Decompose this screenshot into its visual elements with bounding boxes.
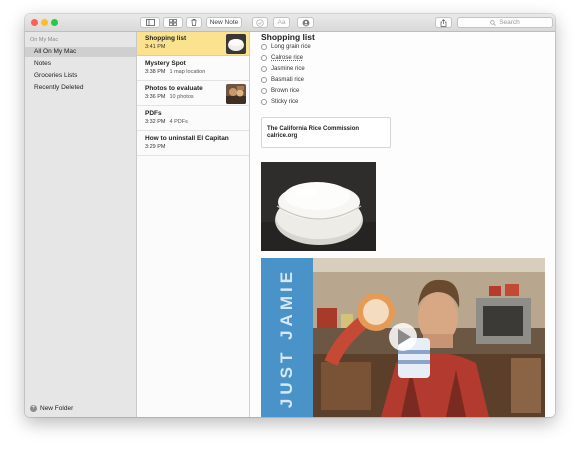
photo-thumbnail	[226, 84, 246, 104]
note-item-pdfs[interactable]: PDFs 3:32 PM 4 PDFs	[137, 107, 249, 131]
note-item-mystery-spot[interactable]: Mystery Spot 3:38 PM 1 map location	[137, 57, 249, 81]
note-detail: 4 PDFs	[169, 119, 188, 125]
search-placeholder: Search	[499, 19, 520, 26]
sidebar-item-all-on-my-mac[interactable]: All On My Mac	[25, 47, 136, 57]
checklist-item[interactable]: Brown rice	[261, 88, 299, 94]
note-detail: 1 map location	[169, 69, 206, 75]
add-people-button[interactable]	[297, 17, 314, 28]
note-item-how-to-uninstall-el-capitan[interactable]: How to uninstall El Capitan 3:29 PM	[137, 132, 249, 156]
checklist-item-text: Long grain rice	[271, 44, 311, 50]
checklist-item-text: Basmati rice	[271, 77, 305, 83]
checklist-item[interactable]: Sticky rice	[261, 99, 298, 105]
new-folder-label: New Folder	[40, 405, 74, 412]
note-title: PDFs	[145, 110, 162, 117]
share-button[interactable]	[435, 17, 452, 28]
sidebar-icon	[145, 19, 155, 26]
checklist-item[interactable]: Jasmine rice	[261, 66, 305, 72]
note-title: Mystery Spot	[145, 60, 186, 67]
checklist-item-text: Jasmine rice	[271, 66, 305, 72]
checkbox-circle-icon[interactable]	[261, 66, 267, 72]
note-time: 3:41 PM	[145, 44, 166, 50]
checklist-button[interactable]	[252, 17, 268, 28]
format-button[interactable]: Aa	[273, 17, 290, 28]
attachments-browser-button[interactable]	[163, 17, 183, 28]
note-time: 3:29 PM	[145, 144, 166, 150]
link-preview-card[interactable]: The California Rice Commission calrice.o…	[261, 117, 391, 148]
checkbox-circle-icon[interactable]	[261, 77, 267, 83]
checkbox-circle-icon[interactable]	[261, 44, 267, 50]
sidebar-section-header: On My Mac	[30, 37, 59, 43]
sidebar-item-groceries-lists[interactable]: Groceries Lists	[25, 71, 136, 81]
note-list: Shopping list 3:41 PM Mystery Spot 3:38 …	[137, 32, 250, 417]
checkbox-circle-icon[interactable]	[261, 88, 267, 94]
link-card-url: calrice.org	[267, 133, 298, 139]
checkmark-circle-icon	[256, 18, 264, 27]
trash-icon	[191, 19, 197, 26]
checklist-item-text: Brown rice	[271, 88, 300, 94]
video-attachment[interactable]: JUST JAMIE	[261, 258, 545, 417]
close-window-button[interactable]	[31, 19, 38, 26]
video-thumbnail	[261, 258, 545, 417]
note-item-shopping-list[interactable]: Shopping list 3:41 PM	[137, 32, 249, 56]
note-time: 3:38 PM	[145, 69, 166, 75]
grid-icon	[169, 19, 177, 26]
minimize-window-button[interactable]	[41, 19, 48, 26]
notes-window: New Note Aa Search On My Mac All On My M…	[25, 14, 555, 417]
link-card-title: The California Rice Commission	[267, 126, 360, 132]
rice-thumbnail	[226, 34, 246, 54]
sidebar-item-recently-deleted[interactable]: Recently Deleted	[25, 83, 136, 93]
sidebar-toggle-button[interactable]	[140, 17, 160, 28]
checklist-item[interactable]: Calrose rice	[261, 55, 303, 61]
checklist-item[interactable]: Basmati rice	[261, 77, 304, 83]
new-note-button[interactable]: New Note	[206, 17, 242, 28]
checklist-item-text: Sticky rice	[271, 99, 299, 105]
note-time: 3:36 PM	[145, 94, 166, 100]
checklist-item[interactable]: Long grain rice	[261, 44, 311, 50]
checkbox-circle-icon[interactable]	[261, 99, 267, 105]
share-icon	[440, 18, 447, 27]
folders-sidebar: On My Mac All On My Mac Notes Groceries …	[25, 32, 137, 417]
note-title: How to uninstall El Capitan	[145, 135, 229, 142]
search-field[interactable]: Search	[457, 17, 553, 28]
note-time: 3:32 PM	[145, 119, 166, 125]
toolbar: New Note Aa Search	[25, 14, 555, 32]
people-icon	[302, 19, 309, 26]
note-heading[interactable]: Shopping list	[261, 32, 315, 42]
note-item-photos-to-evaluate[interactable]: Photos to evaluate 3:36 PM 10 photos	[137, 82, 249, 106]
rice-bowl-image[interactable]	[261, 162, 376, 251]
zoom-window-button[interactable]	[51, 19, 58, 26]
checkbox-circle-icon[interactable]	[261, 55, 267, 61]
delete-note-button[interactable]	[186, 17, 202, 28]
sidebar-item-notes[interactable]: Notes	[25, 59, 136, 69]
plus-icon: +	[30, 405, 37, 412]
new-folder-button[interactable]: + New Folder	[30, 405, 73, 412]
video-banner-text: JUST JAMIE	[277, 267, 296, 409]
note-editor[interactable]: Shopping list Long grain rice Calrose ri…	[250, 32, 555, 417]
note-detail: 10 photos	[169, 94, 194, 100]
checklist-item-text: Calrose rice	[271, 55, 304, 61]
search-icon	[490, 19, 496, 26]
